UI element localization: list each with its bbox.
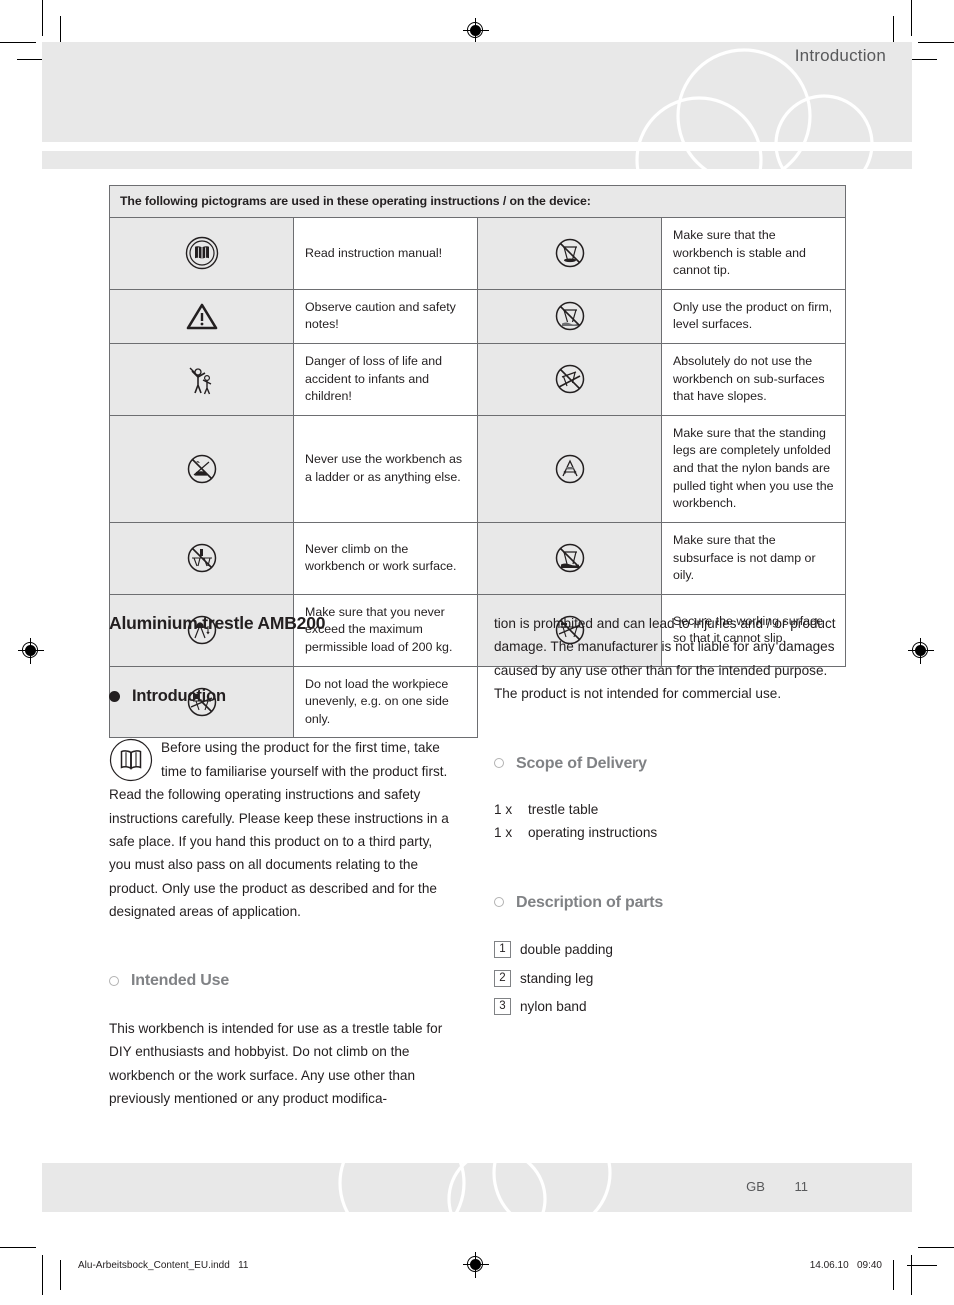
crop-mark-top-right-h [918, 42, 954, 43]
list-item: 1 x trestle table [494, 799, 839, 822]
crop-mark-top-left-v [42, 0, 43, 36]
pictogram-table-caption: The following pictograms are used in the… [109, 185, 846, 218]
footer-meta: GB 11 [746, 1179, 808, 1194]
bullet-hollow-icon [109, 976, 119, 987]
product-title: Aluminium trestle AMB200 [109, 613, 326, 633]
list-item: 1 x operating instructions [494, 822, 839, 845]
header-circles-decoration [638, 48, 874, 142]
table-cell-text: Never climb on the workbench or work sur… [293, 521, 478, 595]
print-footer-timestamp: 14.06.10 09:40 [809, 1260, 882, 1271]
section-heading-introduction: Introduction [109, 682, 454, 710]
table-cell-text: Read instruction manual! [293, 217, 478, 290]
left-column: Aluminium trestle AMB200 Introduction Be… [109, 608, 454, 1110]
table-cell-text: Never use the workbench as a ladder or a… [293, 414, 478, 523]
list-item: 3 nylon band [494, 995, 839, 1018]
introduction-paragraph-block: Before using the product for the first t… [109, 736, 454, 923]
read-manual-icon [109, 217, 294, 290]
warning-triangle-icon [109, 288, 294, 345]
table-row: Never climb on the workbench or work sur… [109, 521, 846, 595]
table-row: Danger of loss of life and accident to i… [109, 343, 846, 416]
list-item: 1 double padding [494, 938, 839, 961]
intended-use-text: This workbench is intended for use as a … [109, 1020, 443, 1107]
section-heading-label: Scope of Delivery [516, 754, 647, 772]
table-header-row: The following pictograms are used in the… [109, 185, 846, 218]
part-label: double padding [520, 942, 613, 958]
footer-page-number: 11 [794, 1179, 809, 1194]
footer-circles-decoration [338, 1163, 612, 1212]
crop-mark-bot-right-h [918, 1247, 954, 1248]
page-header-band [42, 42, 912, 142]
no-unstable-workbench-icon [477, 217, 662, 290]
part-number-badge: 3 [494, 998, 511, 1016]
read-manual-icon [109, 739, 153, 782]
part-number-badge: 2 [494, 969, 511, 987]
no-climbing-icon [109, 521, 294, 595]
section-heading-description-of-parts: Description of parts [494, 889, 839, 917]
scope-item-quantity: 1 x [494, 802, 513, 818]
table-cell-text: Make sure that the workbench is stable a… [661, 217, 846, 290]
print-footer: Alu-Arbeitsbock_Content_EU.indd 11 14.06… [0, 1258, 954, 1278]
registration-mark-right [908, 638, 934, 664]
section-heading-label: Introduction [132, 687, 226, 706]
part-number-badge: 1 [494, 941, 511, 959]
table-cell-text: Make sure that the standing legs are com… [661, 414, 846, 523]
table-cell-text: Observe caution and safety notes! [293, 288, 478, 345]
page-title: Introduction [794, 46, 886, 65]
registration-mark-left [18, 638, 44, 664]
intended-use-continued-text: tion is prohibited and can lead to injur… [494, 616, 836, 702]
scope-of-delivery-list: 1 x trestle table 1 x operating instruct… [494, 799, 839, 845]
scope-item-quantity: 1 x [494, 824, 513, 840]
section-heading-intended-use: Intended Use [109, 967, 454, 995]
crop-mark-top-left-h [0, 42, 36, 43]
crop-mark-bot-left-h [0, 1247, 36, 1248]
print-footer-filename: Alu-Arbeitsbock_Content_EU.indd 11 [78, 1260, 249, 1271]
bullet-hollow-icon [494, 758, 504, 769]
page-header-band-lower [42, 151, 912, 169]
no-sloped-surface-icon [477, 343, 662, 416]
registration-mark-top [463, 18, 489, 44]
table-cell-text: Make sure that the subsurface is not dam… [661, 521, 846, 595]
bullet-filled-icon [109, 690, 120, 702]
table-cell-text: Danger of loss of life and accident to i… [293, 343, 478, 416]
introduction-text: Before using the product for the first t… [109, 740, 449, 920]
list-item: 2 standing leg [494, 967, 839, 990]
part-label: nylon band [520, 998, 587, 1014]
table-row: Read instruction manual! Make sure that … [109, 217, 846, 290]
right-column: tion is prohibited and can lead to injur… [494, 612, 839, 1023]
table-cell-text: Absolutely do not use the workbench on s… [661, 343, 846, 416]
scope-item-label: operating instructions [528, 824, 658, 840]
section-heading-label: Description of parts [516, 893, 664, 911]
table-cell-text: Only use the product on firm, level surf… [661, 288, 846, 345]
table-row: Observe caution and safety notes! Only u… [109, 288, 846, 345]
no-damp-oily-subsurface-icon [477, 521, 662, 595]
unfold-legs-icon [477, 414, 662, 523]
section-heading-scope-of-delivery: Scope of Delivery [494, 750, 839, 778]
firm-level-surface-icon [477, 288, 662, 345]
no-ladder-icon [109, 414, 294, 523]
header-circles-decoration-lower [635, 151, 874, 169]
part-label: standing leg [520, 970, 594, 986]
table-row: Never use the workbench as a ladder or a… [109, 414, 846, 523]
children-danger-icon [109, 343, 294, 416]
footer-language-code: GB [746, 1179, 765, 1194]
crop-mark-top-right-v [911, 0, 912, 36]
bullet-hollow-icon [494, 897, 504, 908]
description-of-parts-list: 1 double padding 2 standing leg 3 nylon … [494, 938, 839, 1018]
page-footer-band: GB 11 [42, 1163, 912, 1212]
section-heading-label: Intended Use [131, 972, 230, 990]
scope-item-label: trestle table [528, 802, 599, 818]
